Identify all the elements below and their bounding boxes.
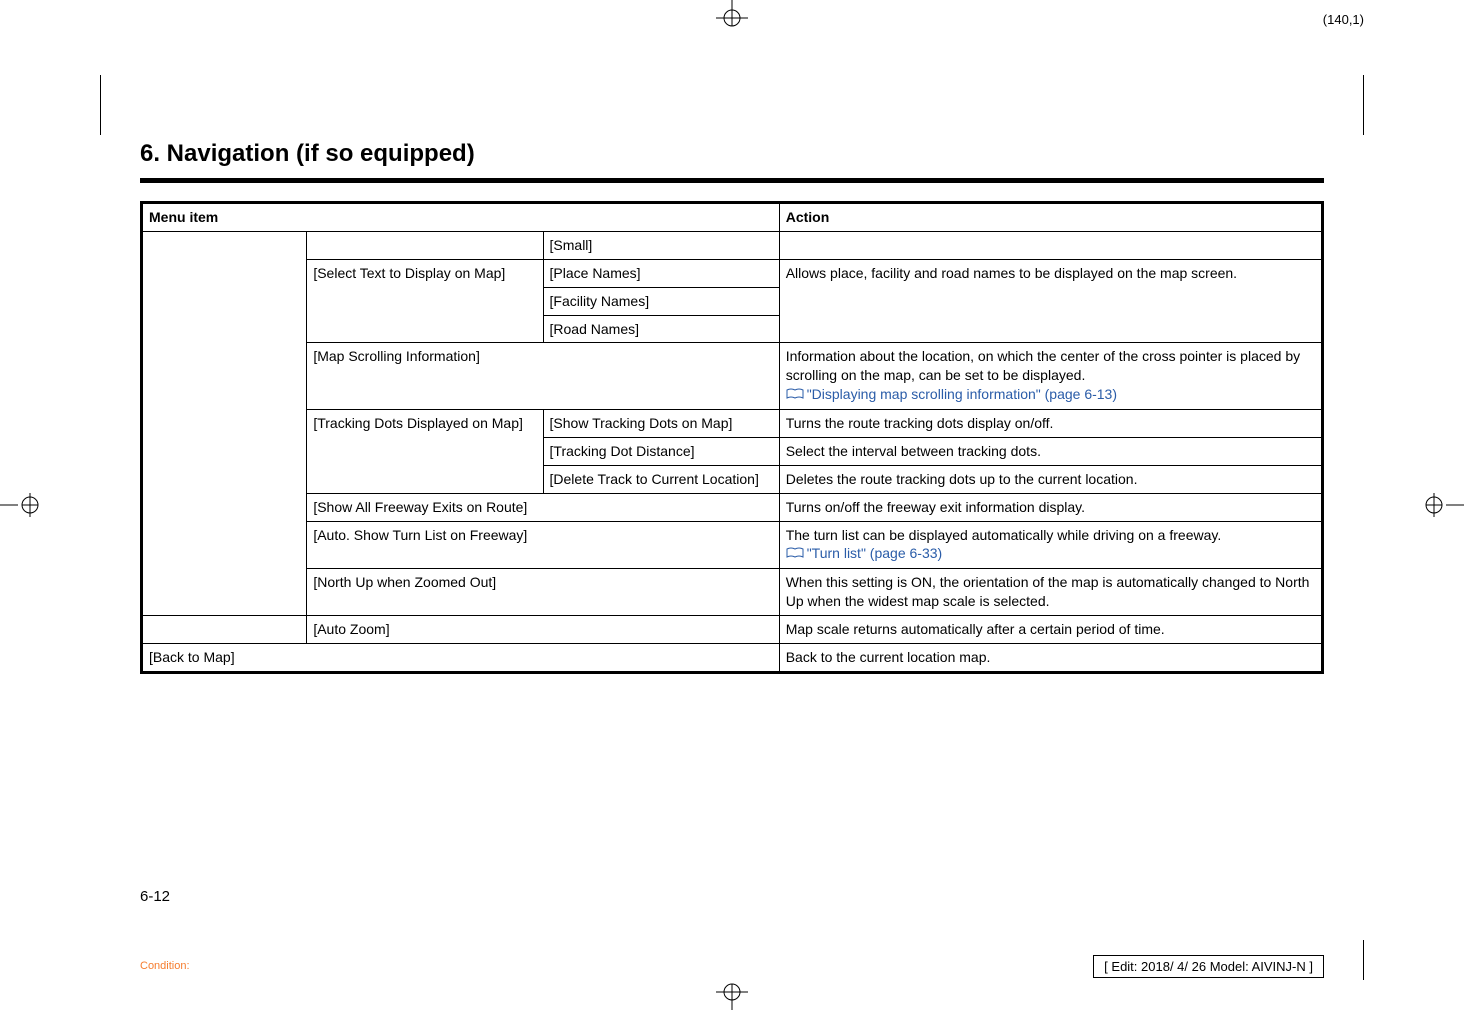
cell-north-up: [North Up when Zoomed Out]	[307, 569, 779, 616]
cell-auto-turn-list-action: The turn list can be displayed automatic…	[779, 521, 1322, 569]
crop-mark-bottom-icon	[702, 980, 762, 1010]
cell-small: [Small]	[543, 231, 779, 259]
table-row: [Back to Map] Back to the current locati…	[142, 643, 1323, 672]
cell-empty	[142, 615, 307, 643]
trim-tick-bottom-right-icon	[1362, 940, 1364, 980]
xref-link[interactable]: "Displaying map scrolling information" (…	[807, 386, 1117, 402]
cell-empty	[142, 231, 307, 615]
header-action: Action	[779, 203, 1322, 232]
page-number: 6-12	[140, 888, 170, 905]
trim-tick-top-right-icon	[1362, 75, 1364, 135]
cell-tracking-dots: [Tracking Dots Displayed on Map]	[307, 409, 543, 493]
menu-action-table: Menu item Action [Small] [Select Text to…	[140, 201, 1324, 674]
cell-back-to-map: [Back to Map]	[142, 643, 780, 672]
cell-north-up-action: When this setting is ON, the orientation…	[779, 569, 1322, 616]
cell-select-text-action: Allows place, facility and road names to…	[779, 259, 1322, 343]
table-row: [Auto. Show Turn List on Freeway] The tu…	[142, 521, 1323, 569]
cell-tracking-distance-action: Select the interval between tracking dot…	[779, 437, 1322, 465]
table-row: [Small]	[142, 231, 1323, 259]
table-header-row: Menu item Action	[142, 203, 1323, 232]
cell-select-text: [Select Text to Display on Map]	[307, 259, 543, 343]
table-row: [Auto Zoom] Map scale returns automatica…	[142, 615, 1323, 643]
cell-back-to-map-action: Back to the current location map.	[779, 643, 1322, 672]
cell-tracking-distance: [Tracking Dot Distance]	[543, 437, 779, 465]
cell-empty	[779, 231, 1322, 259]
crop-mark-top-icon	[702, 0, 762, 30]
table-row: [Tracking Dots Displayed on Map] [Show T…	[142, 409, 1323, 437]
page-content: 6. Navigation (if so equipped) Menu item…	[140, 140, 1324, 674]
cell-delete-track: [Delete Track to Current Location]	[543, 465, 779, 493]
table-row: [North Up when Zoomed Out] When this set…	[142, 569, 1323, 616]
cell-empty	[307, 231, 543, 259]
cell-road-names: [Road Names]	[543, 315, 779, 343]
cell-map-scrolling: [Map Scrolling Information]	[307, 343, 779, 410]
table-row: [Select Text to Display on Map] [Place N…	[142, 259, 1323, 287]
cell-auto-zoom: [Auto Zoom]	[307, 615, 779, 643]
cell-freeway-exits: [Show All Freeway Exits on Route]	[307, 493, 779, 521]
table-row: [Show All Freeway Exits on Route] Turns …	[142, 493, 1323, 521]
cell-delete-track-action: Deletes the route tracking dots up to th…	[779, 465, 1322, 493]
xref-link[interactable]: "Turn list" (page 6-33)	[807, 545, 942, 561]
table-row: [Map Scrolling Information] Information …	[142, 343, 1323, 410]
crop-mark-left-icon	[0, 485, 60, 525]
section-heading: 6. Navigation (if so equipped)	[140, 140, 1324, 168]
cell-freeway-exits-action: Turns on/off the freeway exit informatio…	[779, 493, 1322, 521]
book-xref-icon	[786, 545, 804, 564]
cell-show-tracking: [Show Tracking Dots on Map]	[543, 409, 779, 437]
action-text: The turn list can be displayed automatic…	[786, 527, 1222, 543]
cell-auto-turn-list: [Auto. Show Turn List on Freeway]	[307, 521, 779, 569]
cell-facility-names: [Facility Names]	[543, 287, 779, 315]
page-coordinate: (140,1)	[1323, 12, 1364, 27]
cell-map-scrolling-action: Information about the location, on which…	[779, 343, 1322, 410]
cell-place-names: [Place Names]	[543, 259, 779, 287]
cell-show-tracking-action: Turns the route tracking dots display on…	[779, 409, 1322, 437]
header-menu-item: Menu item	[142, 203, 780, 232]
trim-tick-top-left-icon	[100, 75, 102, 135]
condition-label: Condition:	[140, 960, 190, 972]
edit-info-box: [ Edit: 2018/ 4/ 26 Model: AIVINJ-N ]	[1093, 955, 1324, 978]
section-rule	[140, 178, 1324, 183]
crop-mark-right-icon	[1404, 485, 1464, 525]
action-text: Information about the location, on which…	[786, 348, 1300, 383]
cell-auto-zoom-action: Map scale returns automatically after a …	[779, 615, 1322, 643]
book-xref-icon	[786, 386, 804, 405]
